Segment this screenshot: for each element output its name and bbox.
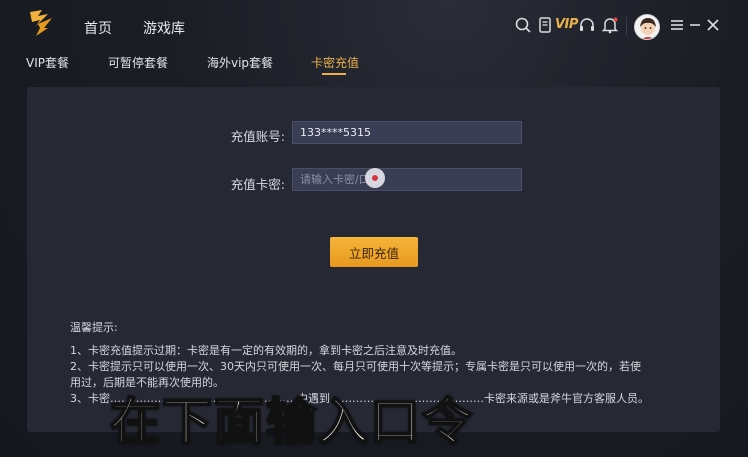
tab-card-recharge[interactable]: 卡密充值 — [311, 54, 359, 71]
app-window: 首页 游戏库 VIP VIP套餐 可暂停套餐 海外vip套餐 卡密充值 充值账号… — [0, 0, 748, 457]
toolbar-divider — [626, 17, 627, 35]
tab-overseas-vip-package[interactable]: 海外vip套餐 — [207, 54, 273, 71]
nav-home[interactable]: 首页 — [84, 18, 112, 38]
bell-icon[interactable] — [601, 16, 619, 34]
touch-cursor — [365, 168, 385, 188]
vip-badge[interactable]: VIP — [555, 17, 578, 32]
card-code-label: 充值卡密: — [230, 177, 285, 192]
headset-icon[interactable] — [578, 16, 596, 34]
close-icon[interactable] — [704, 16, 722, 34]
tab-pausable-package[interactable]: 可暂停套餐 — [108, 54, 168, 71]
tips-title: 温馨提示: — [70, 321, 118, 334]
minimize-icon[interactable] — [686, 16, 704, 34]
active-tab-indicator — [322, 73, 346, 75]
tip-line: 2、卡密提示只可以使用一次、30天内只可使用一次、每月只可使用十次等提示；专属卡… — [70, 360, 641, 373]
card-code-input[interactable] — [292, 168, 522, 191]
device-icon[interactable] — [536, 16, 554, 34]
account-label: 充值账号: — [230, 129, 285, 144]
video-caption: 在下面输入口令 — [109, 392, 474, 452]
menu-icon[interactable] — [668, 16, 686, 34]
tip-line: 1、卡密充值提示过期：卡密是有一定的有效期的，拿到卡密之后注意及时充值。 — [70, 344, 462, 357]
search-icon[interactable] — [514, 16, 532, 34]
top-bar: 首页 游戏库 VIP — [0, 0, 748, 50]
tab-vip-package[interactable]: VIP套餐 — [26, 54, 69, 71]
app-logo[interactable] — [26, 8, 58, 38]
account-input[interactable] — [292, 121, 522, 144]
nav-game-library[interactable]: 游戏库 — [143, 18, 185, 38]
user-avatar[interactable] — [634, 14, 660, 40]
recharge-now-button[interactable]: 立即充值 — [330, 237, 418, 267]
package-tabs: VIP套餐 可暂停套餐 海外vip套餐 卡密充值 — [0, 50, 748, 80]
